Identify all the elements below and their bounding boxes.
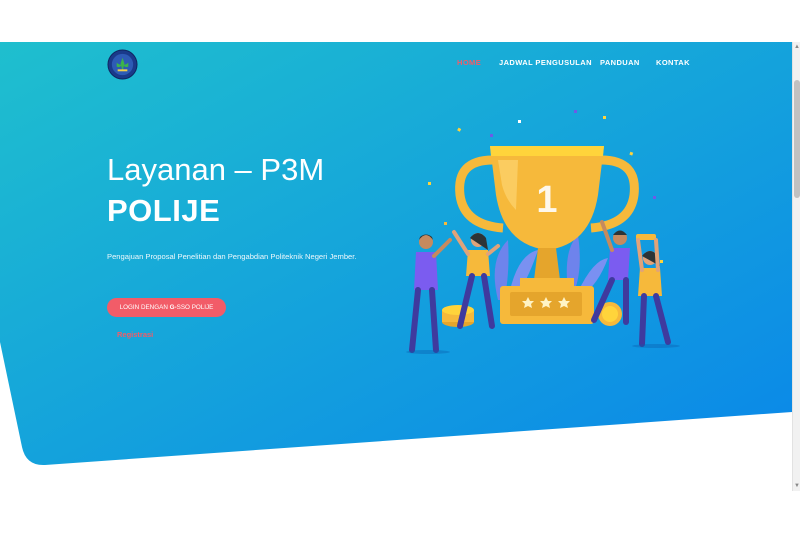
vertical-scrollbar[interactable]: ▲ ▼ (792, 42, 800, 491)
login-sso-button[interactable]: LOGIN DENGAN G-SSO POLIJE (107, 298, 226, 317)
person-celebrating-2 (452, 230, 500, 329)
scroll-down-icon[interactable]: ▼ (794, 483, 800, 489)
nav-item-home[interactable]: HOME (457, 58, 481, 67)
hero-title-line-1: Layanan – P3M (107, 152, 325, 187)
nav-item-jadwal-pengusulan[interactable]: JADWAL PENGUSULAN (499, 58, 592, 67)
scroll-up-icon[interactable]: ▲ (794, 44, 800, 50)
nav-item-kontak[interactable]: KONTAK (656, 58, 690, 67)
main-nav: HOME JADWAL PENGUSULAN PANDUAN KONTAK (0, 58, 800, 70)
nav-item-panduan[interactable]: PANDUAN (600, 58, 640, 67)
page: HOME JADWAL PENGUSULAN PANDUAN KONTAK La… (0, 0, 800, 533)
trophy-celebration-illustration: 1 (406, 110, 680, 354)
register-link[interactable]: Registrasi (117, 330, 153, 339)
person-celebrating-4 (636, 234, 671, 347)
hero-title-line-2: POLIJE (107, 193, 221, 228)
scrollbar-thumb[interactable] (794, 80, 800, 198)
person-celebrating-1 (409, 234, 452, 353)
trophy-number: 1 (536, 179, 557, 221)
google-g-mark: G- (169, 304, 177, 311)
login-button-suffix: SSO POLIJE (176, 304, 214, 311)
login-button-prefix: LOGIN DENGAN (119, 304, 170, 311)
hero-description: Pengajuan Proposal Penelitian dan Pengab… (107, 252, 357, 261)
